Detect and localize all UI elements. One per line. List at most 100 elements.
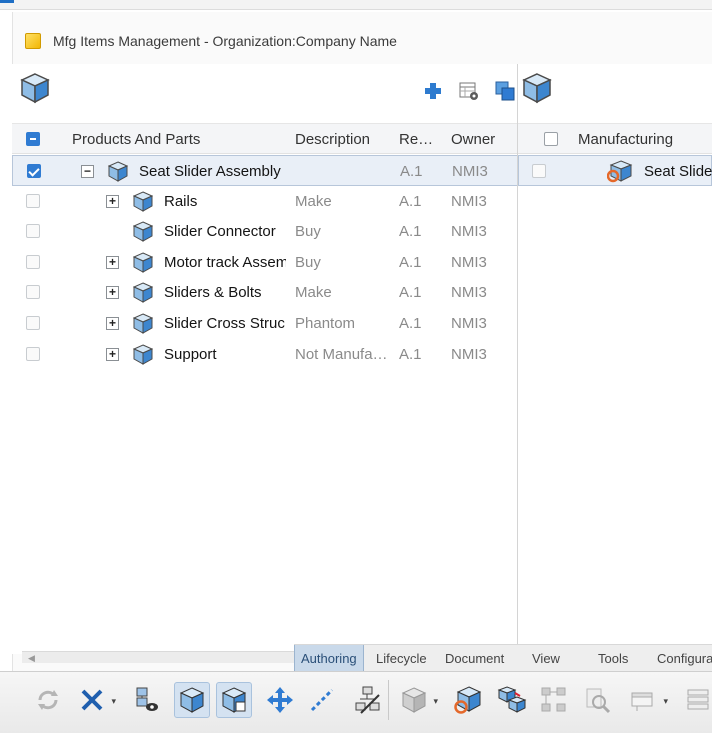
row-checkbox[interactable] (26, 224, 40, 238)
unlink-button[interactable] (350, 682, 386, 718)
row-revision: A.1 (399, 315, 422, 332)
expand-icon[interactable]: + (106, 317, 119, 330)
mfg-row-checkbox[interactable] (532, 164, 546, 178)
scroll-left-icon[interactable]: ◀ (28, 653, 35, 664)
part-cube-icon (133, 282, 153, 303)
row-description: Buy (295, 223, 321, 240)
add-button[interactable] (422, 80, 444, 102)
part-view-button[interactable] (128, 682, 164, 718)
row-revision: A.1 (400, 163, 423, 180)
part-cube-icon (133, 221, 153, 242)
multi-cube-button[interactable] (494, 682, 530, 718)
row-checkbox[interactable] (26, 285, 40, 299)
title-bar: Mfg Items Management - Organization:Comp… (13, 26, 712, 56)
plus-icon (425, 83, 441, 99)
tab-authoring[interactable]: Authoring (294, 645, 364, 671)
left-header-row: Products And Parts Description Re… Owner (12, 124, 523, 154)
unlink-icon (355, 686, 380, 714)
column-header-manufacturing[interactable]: Manufacturing (578, 131, 673, 148)
assign-button[interactable]: ▾ (396, 682, 438, 718)
product-cube-icon (179, 687, 205, 713)
properties-button[interactable] (458, 80, 480, 102)
row-owner: NMI3 (451, 223, 487, 240)
collapse-icon[interactable]: − (81, 165, 94, 178)
assign-cube-icon (401, 687, 427, 713)
tab-document[interactable]: Document (439, 645, 510, 671)
row-owner: NMI3 (451, 284, 487, 301)
tab-tools[interactable]: Tools (592, 645, 634, 671)
scope-button[interactable] (450, 682, 486, 718)
table-row[interactable]: − Seat Slider Assembly A.1 NMI3 (12, 155, 523, 186)
row-checkbox[interactable] (26, 255, 40, 269)
expand-icon[interactable]: + (106, 195, 119, 208)
part-view-icon (136, 687, 158, 711)
tab-view[interactable]: View (526, 645, 566, 671)
table-row[interactable]: + Rails Make A.1 NMI3 (12, 186, 523, 217)
product-view-button[interactable] (174, 682, 210, 718)
top-strip (0, 0, 712, 10)
mfg-row[interactable]: Seat Slider (518, 155, 712, 186)
table-row[interactable]: + Slider Cross Struc Phantom A.1 NMI3 (12, 308, 523, 339)
select-all-checkbox[interactable] (26, 132, 40, 146)
table-row[interactable]: + Motor track Assem Buy A.1 NMI3 (12, 247, 523, 278)
search-button[interactable] (580, 682, 616, 718)
hierarchy-icon (541, 687, 566, 712)
column-header-revision[interactable]: Re… (399, 131, 433, 148)
right-pane-toolbar (518, 64, 712, 124)
ribbon-tabs: Authoring Lifecycle Document View Tools … (294, 644, 712, 671)
delete-button[interactable]: ▾ (74, 682, 116, 718)
row-checkbox[interactable] (26, 194, 40, 208)
row-description: Make (295, 193, 332, 210)
link-icon (310, 688, 334, 712)
column-header-owner[interactable]: Owner (451, 131, 495, 148)
expand-icon[interactable]: + (106, 348, 119, 361)
ribbon-separator (388, 680, 389, 720)
row-revision: A.1 (399, 284, 422, 301)
part-cube-icon (133, 313, 153, 334)
part-cube-icon (133, 191, 153, 212)
product-cube-alt-icon (221, 687, 247, 713)
product-cube-icon[interactable] (20, 72, 50, 104)
row-checkbox[interactable] (27, 164, 41, 178)
row-owner: NMI3 (451, 315, 487, 332)
manufacturing-cube-icon[interactable] (522, 72, 552, 104)
link-button[interactable] (304, 682, 340, 718)
mfg-select-all-checkbox[interactable] (544, 132, 558, 146)
horizontal-scrollbar[interactable]: ◀ (22, 651, 294, 663)
row-owner: NMI3 (451, 254, 487, 271)
expand-icon[interactable]: + (106, 256, 119, 269)
display-icon (631, 692, 653, 711)
list-button[interactable] (680, 682, 712, 718)
row-revision: A.1 (399, 223, 422, 240)
table-row[interactable]: + Support Not Manufa… A.1 NMI3 (12, 339, 523, 370)
row-description: Phantom (295, 315, 356, 332)
column-header-description[interactable]: Description (295, 131, 370, 148)
row-checkbox[interactable] (26, 347, 40, 361)
table-row[interactable]: Slider Connector Buy A.1 NMI3 (12, 216, 523, 247)
table-row[interactable]: + Sliders & Bolts Make A.1 NMI3 (12, 277, 523, 308)
refresh-button[interactable] (30, 682, 66, 718)
assign-caret-icon[interactable]: ▾ (433, 696, 438, 707)
tab-configuration[interactable]: Configurat (651, 645, 712, 671)
row-owner: NMI3 (451, 193, 487, 210)
delete-caret-icon[interactable]: ▾ (111, 696, 116, 707)
expand-icon[interactable]: + (106, 286, 119, 299)
display-button[interactable]: ▾ (626, 682, 668, 718)
move-button[interactable] (262, 682, 298, 718)
row-name: Slider Cross Struc (164, 315, 285, 332)
copy-button[interactable] (494, 80, 516, 102)
copy-icon (495, 81, 515, 101)
column-header-products[interactable]: Products And Parts (72, 131, 200, 148)
list-icon (687, 689, 709, 710)
display-caret-icon[interactable]: ▾ (663, 696, 668, 707)
row-name: Support (164, 346, 217, 363)
manufacturing-pane: Manufacturing Seat Slider (517, 64, 712, 654)
tab-lifecycle[interactable]: Lifecycle (370, 645, 433, 671)
hierarchy-button[interactable] (536, 682, 572, 718)
refresh-icon (38, 690, 58, 710)
row-checkbox[interactable] (26, 316, 40, 330)
row-owner: NMI3 (452, 163, 488, 180)
product-view-alt-button[interactable] (216, 682, 252, 718)
window-title: Mfg Items Management - Organization:Comp… (53, 33, 397, 49)
table-gear-icon (459, 82, 478, 100)
